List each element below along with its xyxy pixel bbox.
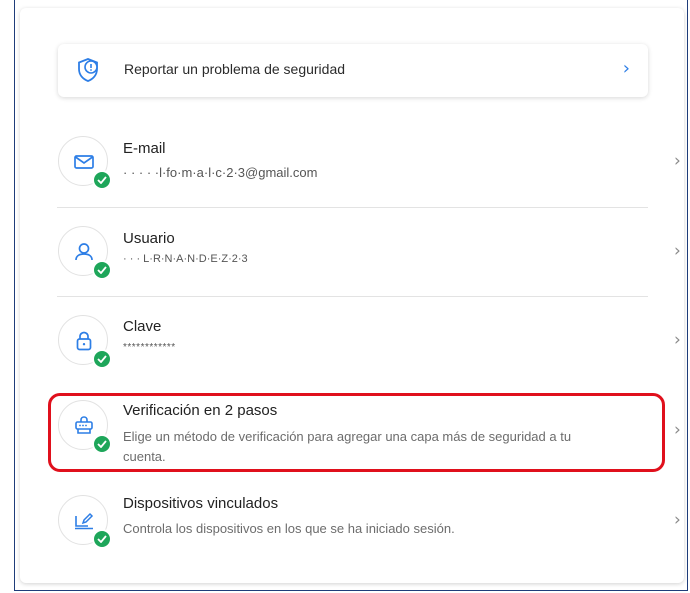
shield-alert-icon (74, 56, 102, 84)
username-value: · · · L·R·N·A·N·D·E·Z·2·3 (123, 253, 248, 265)
linked-devices-icon (75, 512, 94, 530)
user-icon (75, 243, 93, 261)
verified-check-icon (92, 349, 112, 369)
email-row[interactable]: E-mail · · · · ·l·fo·m·a·l·c·2·3@gmail.c… (57, 118, 681, 206)
linked-devices-title: Dispositivos vinculados (123, 495, 279, 512)
verified-check-icon (92, 260, 112, 280)
chevron-right-icon: › (674, 330, 681, 350)
chevron-right-icon: › (674, 510, 681, 530)
email-value: · · · · ·l·fo·m·a·l·c·2·3@gmail.com (123, 165, 318, 180)
envelope-icon (74, 155, 94, 169)
password-value: ************ (123, 342, 176, 353)
linked-devices-row[interactable]: Dispositivos vinculados Controla los dis… (57, 478, 681, 568)
lock-icon (76, 331, 92, 351)
username-row[interactable]: Usuario · · · L·R·N·A·N·D·E·Z·2·3 › (57, 208, 681, 296)
chevron-right-icon: › (674, 151, 681, 171)
password-row[interactable]: Clave ************ › (57, 297, 681, 385)
report-security-problem-label: Reportar un problema de seguridad (124, 61, 346, 77)
highlight-annotation (48, 393, 665, 472)
username-title: Usuario (123, 230, 175, 247)
email-title: E-mail (123, 140, 166, 157)
chevron-right-icon: › (622, 58, 630, 79)
chevron-right-icon: › (674, 241, 681, 261)
verified-check-icon (92, 170, 112, 190)
password-title: Clave (123, 318, 162, 335)
chevron-right-icon: › (674, 420, 681, 440)
verified-check-icon (92, 529, 112, 549)
linked-devices-description: Controla los dispositivos en los que se … (123, 521, 455, 536)
report-security-problem-card[interactable]: Reportar un problema de seguridad › (58, 44, 648, 97)
